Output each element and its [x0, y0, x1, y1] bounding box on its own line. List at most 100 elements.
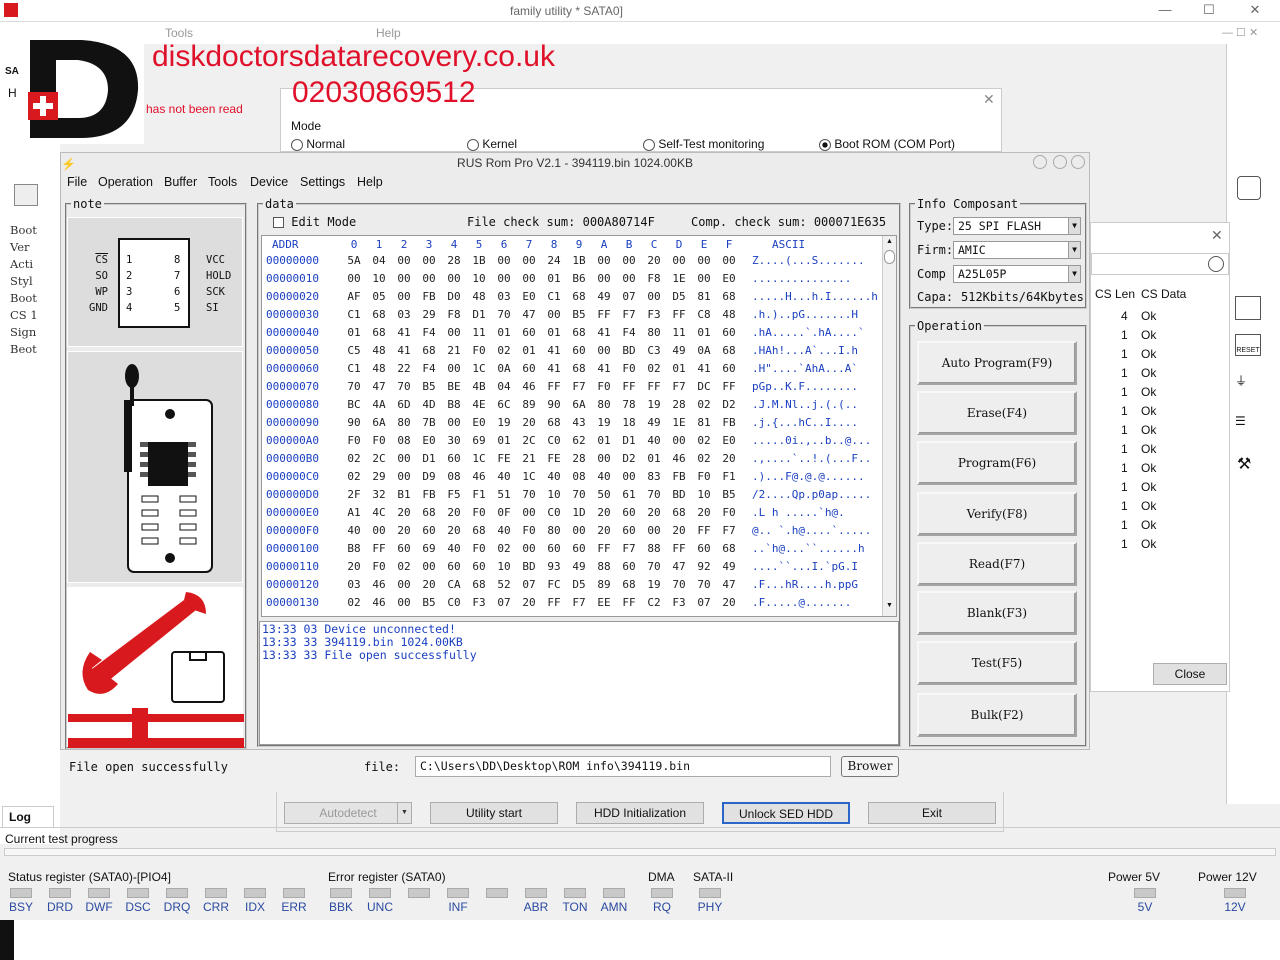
hex-byte[interactable]: 70 [644, 488, 664, 501]
hex-byte[interactable]: 80 [644, 326, 664, 339]
hex-byte[interactable]: F4 [619, 326, 639, 339]
hex-byte[interactable]: 11 [669, 326, 689, 339]
erase-button[interactable]: Erase(F4) [917, 391, 1077, 435]
hex-byte[interactable]: BE [444, 380, 464, 393]
hex-byte[interactable]: D1 [619, 434, 639, 447]
hex-byte[interactable]: F7 [569, 596, 589, 609]
scroll-thumb[interactable] [884, 250, 895, 264]
scroll-down-icon[interactable]: ▼ [884, 602, 895, 612]
hex-byte[interactable]: F3 [469, 596, 489, 609]
hex-byte[interactable]: 78 [619, 398, 639, 411]
hex-byte[interactable]: C3 [644, 344, 664, 357]
hex-byte[interactable]: 21 [444, 344, 464, 357]
hex-byte[interactable]: 41 [594, 326, 614, 339]
hex-byte[interactable]: C0 [444, 596, 464, 609]
hex-byte[interactable]: 00 [669, 434, 689, 447]
blank-button[interactable]: Blank(F3) [917, 591, 1077, 635]
hex-byte[interactable]: 88 [644, 542, 664, 555]
hex-byte[interactable]: 70 [519, 488, 539, 501]
hex-byte[interactable]: 60 [394, 542, 414, 555]
hex-byte[interactable]: 00 [344, 272, 364, 285]
hex-byte[interactable]: BD [619, 344, 639, 357]
hex-byte[interactable]: 28 [444, 254, 464, 267]
hex-byte[interactable]: 20 [644, 506, 664, 519]
hex-byte[interactable]: 00 [394, 272, 414, 285]
hex-byte[interactable]: 00 [694, 272, 714, 285]
hex-byte[interactable]: D2 [619, 452, 639, 465]
hex-byte[interactable]: 20 [394, 506, 414, 519]
hex-byte[interactable]: 01 [344, 326, 364, 339]
hex-byte[interactable]: D2 [719, 398, 739, 411]
hex-byte[interactable]: 47 [519, 308, 539, 321]
hex-byte[interactable]: 68 [469, 524, 489, 537]
hex-byte[interactable]: C1 [544, 290, 564, 303]
hex-byte[interactable]: D5 [569, 578, 589, 591]
cs-search-bar[interactable] [1091, 253, 1229, 275]
hex-byte[interactable]: FF [544, 380, 564, 393]
hex-row[interactable]: 00000120 03 46 00 20 CA 68 52 07 FC D5 89 68 19 70 70 47… [262, 578, 882, 596]
hex-byte[interactable]: 46 [669, 452, 689, 465]
hex-byte[interactable]: F7 [619, 308, 639, 321]
hex-byte[interactable]: 00 [519, 272, 539, 285]
board-icon[interactable] [1235, 296, 1261, 320]
comp-select[interactable]: A25L05P ▼ [953, 265, 1081, 283]
hex-byte[interactable]: A1 [344, 506, 364, 519]
hex-byte[interactable]: 02 [344, 470, 364, 483]
hex-byte[interactable]: 10 [694, 488, 714, 501]
hex-byte[interactable]: 83 [644, 470, 664, 483]
hex-byte[interactable]: F4 [419, 362, 439, 375]
hex-byte[interactable]: EE [594, 596, 614, 609]
chevron-down-icon[interactable]: ▼ [1068, 242, 1080, 258]
hex-editor[interactable]: ADDR 0 1 2 3 4 5 6 7 8 9 A B C D E F ASCII 00000000 5A 04 00… [261, 235, 897, 617]
hex-byte[interactable]: 68 [619, 578, 639, 591]
hex-byte[interactable]: C5 [344, 344, 364, 357]
hex-byte[interactable]: FF [369, 542, 389, 555]
hex-byte[interactable]: FF [619, 596, 639, 609]
hex-byte[interactable]: 68 [719, 290, 739, 303]
hex-byte[interactable]: 19 [494, 416, 514, 429]
hex-byte[interactable]: 6A [569, 398, 589, 411]
hex-row[interactable]: 000000C0 02 29 00 D9 08 46 40 1C 40 08 40 00 83 FB F0 F1… [262, 470, 882, 488]
hex-byte[interactable]: 68 [569, 290, 589, 303]
hex-byte[interactable]: 2F [344, 488, 364, 501]
menu-tools[interactable]: Tools [165, 26, 193, 40]
hex-byte[interactable]: 03 [494, 290, 514, 303]
radio-selected-icon[interactable] [819, 138, 831, 151]
hex-byte[interactable]: 41 [394, 344, 414, 357]
hex-byte[interactable]: 70 [394, 380, 414, 393]
hex-row[interactable]: 000000E0 A1 4C 20 68 20 F0 0F 00 C0 1D 20 60 20 68 20 F0… [262, 506, 882, 524]
hex-byte[interactable]: 70 [344, 380, 364, 393]
hex-byte[interactable]: F0 [469, 542, 489, 555]
hex-byte[interactable]: 00 [419, 272, 439, 285]
hex-byte[interactable]: F0 [594, 380, 614, 393]
hex-byte[interactable]: 08 [569, 470, 589, 483]
hex-byte[interactable]: B5 [419, 380, 439, 393]
popup-close-icon[interactable]: ✕ [983, 91, 995, 108]
hex-byte[interactable]: AF [344, 290, 364, 303]
hex-byte[interactable]: 69 [419, 542, 439, 555]
close-button[interactable]: ✕ [1240, 2, 1270, 20]
hex-byte[interactable]: F0 [369, 560, 389, 573]
hex-byte[interactable]: 46 [369, 596, 389, 609]
hex-row[interactable]: 000000F0 40 00 20 60 20 68 40 F0 80 00 20 60 00 20 FF F7… [262, 524, 882, 542]
hex-byte[interactable]: FF [669, 542, 689, 555]
hex-byte[interactable]: 41 [544, 362, 564, 375]
checkbox-icon[interactable] [273, 217, 284, 228]
hex-row[interactable]: 00000040 01 68 41 F4 00 11 01 60 01 68 41 F4 80 11 01 60… [262, 326, 882, 344]
hex-byte[interactable]: 70 [494, 308, 514, 321]
hex-byte[interactable]: 28 [669, 398, 689, 411]
hex-byte[interactable]: 6D [394, 398, 414, 411]
hex-byte[interactable]: 61 [619, 488, 639, 501]
hex-byte[interactable]: F5 [444, 488, 464, 501]
hex-byte[interactable]: 4B [469, 380, 489, 393]
hex-byte[interactable]: F7 [569, 380, 589, 393]
hex-byte[interactable]: F8 [444, 308, 464, 321]
hex-byte[interactable]: 80 [394, 416, 414, 429]
hex-byte[interactable]: F4 [419, 326, 439, 339]
hex-byte[interactable]: 07 [494, 596, 514, 609]
hex-byte[interactable]: 00 [444, 272, 464, 285]
hex-byte[interactable]: F7 [619, 542, 639, 555]
hex-byte[interactable]: 00 [594, 344, 614, 357]
menu-file[interactable]: File [67, 175, 87, 189]
hex-byte[interactable]: 01 [694, 326, 714, 339]
